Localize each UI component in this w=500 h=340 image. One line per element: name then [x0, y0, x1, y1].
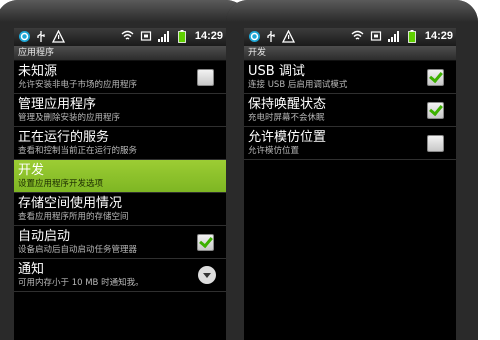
- list-item-running-services[interactable]: 正在运行的服务 查看和控制当前正在运行的服务: [14, 127, 226, 160]
- item-subtitle: 查看应用程序所用的存储空间: [18, 212, 129, 222]
- battery-icon: [405, 29, 419, 43]
- checkbox-checked[interactable]: [427, 102, 444, 119]
- signal-icon: [387, 29, 401, 43]
- screen-title: 应用程序: [14, 46, 226, 61]
- phone-bezel: [226, 0, 478, 22]
- item-title: 存储空间使用情况: [18, 196, 123, 211]
- item-subtitle: 设备启动后自动启动任务管理器: [18, 245, 138, 255]
- item-title: 保持唤醒状态: [248, 97, 327, 112]
- signal-icon: [157, 29, 171, 43]
- list-item-notification[interactable]: 通知 可用内存小于 10 MB 时通知我。: [14, 259, 226, 292]
- item-subtitle: 可用内存小于 10 MB 时通知我。: [18, 278, 144, 288]
- warning-icon: [51, 29, 65, 43]
- item-title: 管理应用程序: [18, 97, 97, 112]
- list-item-unknown-sources[interactable]: 未知源 允许安装非电子市场的应用程序: [14, 61, 226, 94]
- item-subtitle: 查看和控制当前正在运行的服务: [18, 146, 138, 156]
- list-item-stay-awake[interactable]: 保持唤醒状态 充电时屏幕不会休眠: [244, 94, 456, 127]
- usb-icon: [34, 29, 48, 43]
- battery-icon: [175, 29, 189, 43]
- item-title: 自动启动: [18, 229, 71, 244]
- checkbox-checked[interactable]: [427, 69, 444, 86]
- list-item-storage-use[interactable]: 存储空间使用情况 查看应用程序所用的存储空间: [14, 193, 226, 226]
- status-time: 14:29: [194, 30, 223, 42]
- status-bar: 14:29: [244, 28, 456, 46]
- wifi-icon: [121, 29, 135, 43]
- warning-icon: [281, 29, 295, 43]
- left-phone: 14:29 应用程序 未知源 允许安装非电子市场的应用程序 管理应用程序 管理及…: [0, 0, 248, 340]
- item-subtitle: 连接 USB 后启用调试模式: [248, 80, 348, 90]
- list-item-development[interactable]: 开发 设置应用程序开发选项: [14, 160, 226, 193]
- right-screen: 14:29 开发 USB 调试 连接 USB 后启用调试模式 保持唤醒状态 充电…: [244, 28, 456, 340]
- phone-bezel: [0, 0, 248, 22]
- sync-icon: [17, 29, 31, 43]
- status-time: 14:29: [424, 30, 453, 42]
- usb-icon: [264, 29, 278, 43]
- dropdown-arrow-icon[interactable]: [198, 266, 216, 284]
- screenshot-icon: [369, 29, 383, 43]
- left-screen: 14:29 应用程序 未知源 允许安装非电子市场的应用程序 管理应用程序 管理及…: [14, 28, 226, 340]
- item-title: 开发: [18, 163, 45, 178]
- status-bar: 14:29: [14, 28, 226, 46]
- item-title: 允许模仿位置: [248, 130, 327, 145]
- list-item-usb-debugging[interactable]: USB 调试 连接 USB 后启用调试模式: [244, 61, 456, 94]
- item-title: 通知: [18, 262, 45, 277]
- item-subtitle: 允许模仿位置: [248, 146, 300, 156]
- checkbox[interactable]: [197, 69, 214, 86]
- list-item-mock-location[interactable]: 允许模仿位置 允许模仿位置: [244, 127, 456, 160]
- item-subtitle: 允许安装非电子市场的应用程序: [18, 80, 138, 90]
- item-subtitle: 充电时屏幕不会休眠: [248, 113, 325, 123]
- screen-title: 开发: [244, 46, 456, 61]
- item-subtitle: 管理及删除安装的应用程序: [18, 113, 121, 123]
- checkbox-checked[interactable]: [197, 234, 214, 251]
- item-title: USB 调试: [248, 64, 305, 79]
- screenshot-icon: [139, 29, 153, 43]
- item-title: 未知源: [18, 64, 58, 79]
- right-phone: 14:29 开发 USB 调试 连接 USB 后启用调试模式 保持唤醒状态 充电…: [226, 0, 478, 340]
- list-item-manage-apps[interactable]: 管理应用程序 管理及删除安装的应用程序: [14, 94, 226, 127]
- list-item-auto-start[interactable]: 自动启动 设备启动后自动启动任务管理器: [14, 226, 226, 259]
- checkbox[interactable]: [427, 135, 444, 152]
- item-title: 正在运行的服务: [18, 130, 110, 145]
- wifi-icon: [351, 29, 365, 43]
- sync-icon: [247, 29, 261, 43]
- item-subtitle: 设置应用程序开发选项: [18, 179, 104, 189]
